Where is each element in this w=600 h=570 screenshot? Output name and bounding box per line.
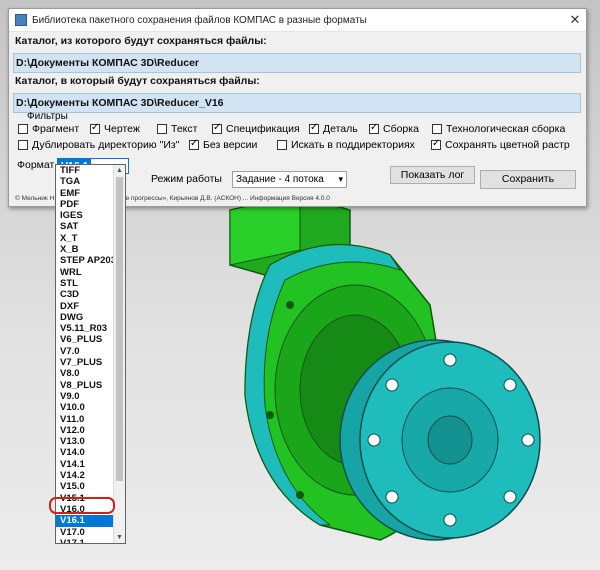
checkbox-color-raster[interactable]: Сохранять цветной растр <box>431 138 570 151</box>
format-option[interactable]: IGES <box>56 210 115 221</box>
checkbox-text[interactable]: Текст <box>157 123 197 135</box>
checkbox-box[interactable] <box>189 138 199 150</box>
mode-combobox[interactable]: Задание - 4 потока ▾ <box>232 171 347 188</box>
checkbox-box[interactable] <box>277 140 287 150</box>
checkbox-box[interactable] <box>18 140 28 150</box>
format-option[interactable]: V7_PLUS <box>56 357 115 368</box>
format-option[interactable]: X_B <box>56 244 115 255</box>
show-log-button[interactable]: Показать лог <box>390 166 475 184</box>
checkbox-no-version[interactable]: Без версии <box>189 138 257 151</box>
format-option[interactable]: V11.0 <box>56 414 115 425</box>
checkbox-duplicate-dir[interactable]: Дублировать директорию "Из" <box>18 139 179 151</box>
format-option[interactable]: V15.0 <box>56 481 115 492</box>
checkbox-assembly[interactable]: Сборка <box>369 122 419 135</box>
format-option[interactable]: SAT <box>56 221 115 232</box>
window-title: Библиотека пакетного сохранения файлов К… <box>32 14 367 26</box>
format-option[interactable]: EMF <box>56 188 115 199</box>
checkbox-fragment[interactable]: Фрагмент <box>18 123 79 135</box>
scroll-down-icon[interactable]: ▼ <box>114 532 125 543</box>
format-option[interactable]: V14.0 <box>56 447 115 458</box>
format-option[interactable]: DWG <box>56 312 115 323</box>
selection-highlight-ring <box>49 497 115 514</box>
checkbox-search-subdirs[interactable]: Искать в поддиректориях <box>277 139 415 151</box>
format-option[interactable]: V17.1 <box>56 538 115 543</box>
app-icon <box>15 14 27 26</box>
close-icon[interactable]: ✕ <box>564 12 586 28</box>
format-option[interactable]: V7.0 <box>56 346 115 357</box>
format-option[interactable]: V14.1 <box>56 459 115 470</box>
format-option[interactable]: V9.0 <box>56 391 115 402</box>
format-option[interactable]: V16.1 <box>56 515 115 527</box>
format-option[interactable]: TIFF <box>56 165 115 176</box>
format-option[interactable]: WRL <box>56 267 115 278</box>
checkbox-specification[interactable]: Спецификация <box>212 122 300 135</box>
format-option[interactable]: V8.0 <box>56 368 115 379</box>
format-option[interactable]: V14.2 <box>56 470 115 481</box>
format-option[interactable]: C3D <box>56 289 115 300</box>
format-option[interactable]: X_T <box>56 233 115 244</box>
format-dropdown-list: TIFF TGA EMF PDF IGES SAT X_T X_B STEP AP203 WRL S… <box>55 164 126 544</box>
checkbox-box[interactable] <box>157 124 167 134</box>
format-option[interactable]: V12.0 <box>56 425 115 436</box>
checkbox-tech-assembly[interactable]: Технологическая сборка <box>432 123 565 135</box>
dropdown-scrollbar[interactable]: ▲ ▼ <box>113 165 125 543</box>
mode-label: Режим работы <box>151 173 222 185</box>
source-dir-field[interactable]: D:\Документы КОМПАС 3D\Reducer <box>13 53 581 73</box>
checkbox-box[interactable] <box>212 122 222 134</box>
scroll-up-icon[interactable]: ▲ <box>114 165 125 176</box>
filters-label: Фильтры <box>27 111 68 122</box>
target-dir-label: Каталог, в который будут сохраняться фай… <box>15 75 260 87</box>
format-options: TIFF TGA EMF PDF IGES SAT X_T X_B STEP AP203 WRL S… <box>56 165 116 543</box>
checkbox-box[interactable] <box>431 138 441 150</box>
format-option[interactable]: STEP AP203 <box>56 255 116 266</box>
checkbox-box[interactable] <box>90 122 100 134</box>
save-button[interactable]: Сохранить <box>480 170 576 189</box>
scroll-thumb[interactable] <box>116 177 123 481</box>
format-option[interactable]: PDF <box>56 199 115 210</box>
gear-reducer-model-image <box>229 194 541 541</box>
source-dir-label: Каталог, из которого будут сохраняться ф… <box>15 35 267 47</box>
format-label: Формат <box>17 159 55 171</box>
chevron-down-icon[interactable]: ▾ <box>338 172 343 187</box>
format-option[interactable]: DXF <box>56 301 115 312</box>
checkbox-drawing[interactable]: Чертеж <box>90 122 140 135</box>
checkbox-box[interactable] <box>18 124 28 134</box>
format-option[interactable]: V10.0 <box>56 402 115 413</box>
format-option[interactable]: STL <box>56 278 115 289</box>
format-option[interactable]: V5.11_R03 <box>56 323 115 334</box>
mode-value: Задание - 4 потока <box>236 174 324 185</box>
format-option[interactable]: TGA <box>56 176 115 187</box>
checkbox-box[interactable] <box>309 122 319 134</box>
checkbox-box[interactable] <box>432 124 442 134</box>
format-option[interactable]: V8_PLUS <box>56 380 115 391</box>
format-option[interactable]: V13.0 <box>56 436 115 447</box>
checkbox-part[interactable]: Деталь <box>309 122 358 135</box>
title-bar: Библиотека пакетного сохранения файлов К… <box>9 9 586 32</box>
format-option[interactable]: V6_PLUS <box>56 334 115 345</box>
target-dir-field[interactable]: D:\Документы КОМПАС 3D\Reducer_V16 <box>13 93 581 113</box>
format-option[interactable]: V17.0 <box>56 527 115 538</box>
checkbox-box[interactable] <box>369 122 379 134</box>
